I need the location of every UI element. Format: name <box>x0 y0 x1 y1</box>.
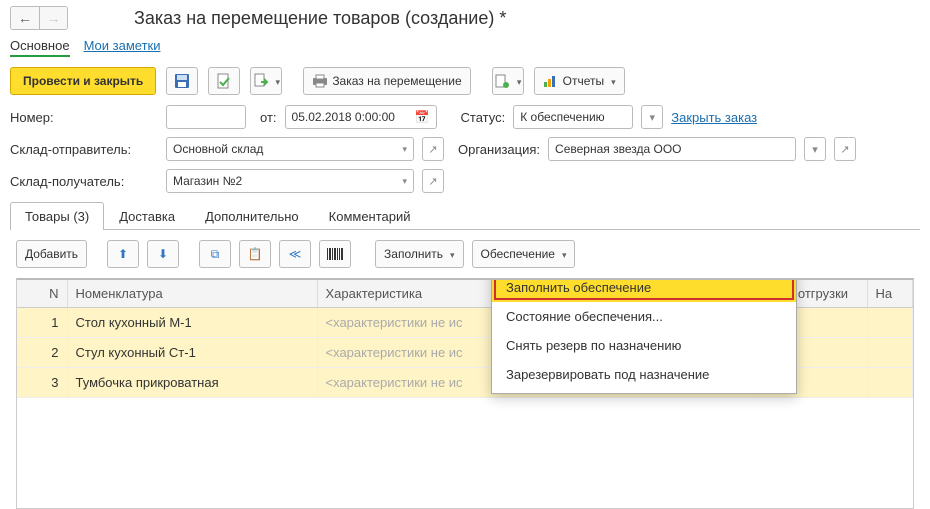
document-arrow-icon <box>253 73 269 89</box>
arrow-down-icon: ⬇ <box>158 247 168 261</box>
attachments-button[interactable] <box>492 67 524 95</box>
org-input[interactable]: Северная звезда ООО <box>548 137 796 161</box>
page-title: Заказ на перемещение товаров (создание) … <box>134 8 506 29</box>
arrow-up-icon: ⬆ <box>118 247 128 261</box>
detail-tabs: Товары (3) Доставка Дополнительно Коммен… <box>10 201 920 230</box>
provision-menu: Заполнить обеспечение Состояние обеспече… <box>491 278 797 394</box>
print-transfer-button[interactable]: Заказ на перемещение <box>303 67 470 95</box>
org-open-button[interactable]: ↗ <box>834 137 856 161</box>
chevron-down-icon <box>447 247 455 261</box>
copy-button[interactable]: ⧉ <box>199 240 231 268</box>
barcode-button[interactable] <box>319 240 351 268</box>
chevron-down-icon <box>514 74 522 88</box>
menu-provision-state[interactable]: Состояние обеспечения... <box>492 302 796 331</box>
number-label: Номер: <box>10 110 158 125</box>
tab-notes[interactable]: Мои заметки <box>84 36 161 57</box>
status-label: Статус: <box>461 110 506 125</box>
tab-main[interactable]: Основное <box>10 36 70 57</box>
calendar-icon[interactable]: 📅 <box>415 110 430 124</box>
move-up-button[interactable]: ⬆ <box>107 240 139 268</box>
copy-icon: ⧉ <box>211 247 220 262</box>
tab-extra[interactable]: Дополнительно <box>190 202 314 230</box>
menu-fill-provision[interactable]: Заполнить обеспечение <box>492 278 796 302</box>
col-n[interactable]: N <box>17 280 67 308</box>
col-nomenclature[interactable]: Номенклатура <box>67 280 317 308</box>
goods-table: N Номенклатура Характеристика Дата отгру… <box>16 278 914 509</box>
receiver-input[interactable]: Магазин №2 ▾ <box>166 169 414 193</box>
save-button[interactable] <box>166 67 198 95</box>
col-last[interactable]: На <box>867 280 913 308</box>
link-icon <box>494 73 510 89</box>
add-row-button[interactable]: Добавить <box>16 240 87 268</box>
chart-icon <box>543 74 559 88</box>
main-toolbar: Провести и закрыть Заказ на перемещение … <box>0 61 930 105</box>
status-select[interactable]: К обеспечению <box>513 105 633 129</box>
sender-open-button[interactable]: ↗ <box>422 137 444 161</box>
chevron-down-icon: ▾ <box>402 144 407 155</box>
post-button[interactable] <box>208 67 240 95</box>
tab-delivery[interactable]: Доставка <box>104 202 190 230</box>
move-down-button[interactable]: ⬇ <box>147 240 179 268</box>
menu-reserve[interactable]: Зарезервировать под назначение <box>492 360 796 389</box>
view-tabs: Основное Мои заметки <box>0 36 930 61</box>
table-toolbar: Добавить ⬆ ⬇ ⧉ 📋 ≪ Заполнить Обеспечение <box>0 230 930 278</box>
number-input[interactable] <box>166 105 246 129</box>
share-icon: ≪ <box>289 247 302 261</box>
org-dropdown-button[interactable]: ▾ <box>804 137 826 161</box>
printer-icon <box>312 74 328 88</box>
tab-goods[interactable]: Товары (3) <box>10 202 104 230</box>
chevron-down-icon: ▾ <box>402 176 407 187</box>
reports-button[interactable]: Отчеты <box>534 67 625 95</box>
share-button[interactable]: ≪ <box>279 240 311 268</box>
tab-comment[interactable]: Комментарий <box>314 202 426 230</box>
close-order-link[interactable]: Закрыть заказ <box>671 110 757 125</box>
fill-dropdown-button[interactable]: Заполнить <box>375 240 463 268</box>
sender-label: Склад-отправитель: <box>10 142 158 157</box>
document-check-icon <box>216 73 232 89</box>
back-button[interactable]: ← <box>11 7 39 29</box>
paste-icon: 📋 <box>248 247 263 261</box>
chevron-down-icon <box>608 74 616 88</box>
org-label: Организация: <box>458 142 540 157</box>
provision-dropdown-button[interactable]: Обеспечение <box>472 240 576 268</box>
menu-release-reserve[interactable]: Снять резерв по назначению <box>492 331 796 360</box>
nav-history: ← → <box>10 6 68 30</box>
chevron-down-icon <box>559 247 567 261</box>
forward-button[interactable]: → <box>39 7 67 29</box>
receiver-label: Склад-получатель: <box>10 174 158 189</box>
barcode-icon <box>326 247 344 261</box>
status-dropdown-button[interactable]: ▾ <box>641 105 663 129</box>
paste-button[interactable]: 📋 <box>239 240 271 268</box>
sender-input[interactable]: Основной склад ▾ <box>166 137 414 161</box>
floppy-icon <box>174 73 190 89</box>
create-based-on-button[interactable] <box>250 67 282 95</box>
receiver-open-button[interactable]: ↗ <box>422 169 444 193</box>
from-label: от: <box>260 110 277 125</box>
date-input[interactable]: 05.02.2018 0:00:00 📅 <box>285 105 437 129</box>
submit-and-close-button[interactable]: Провести и закрыть <box>10 67 156 95</box>
chevron-down-icon <box>273 74 281 88</box>
